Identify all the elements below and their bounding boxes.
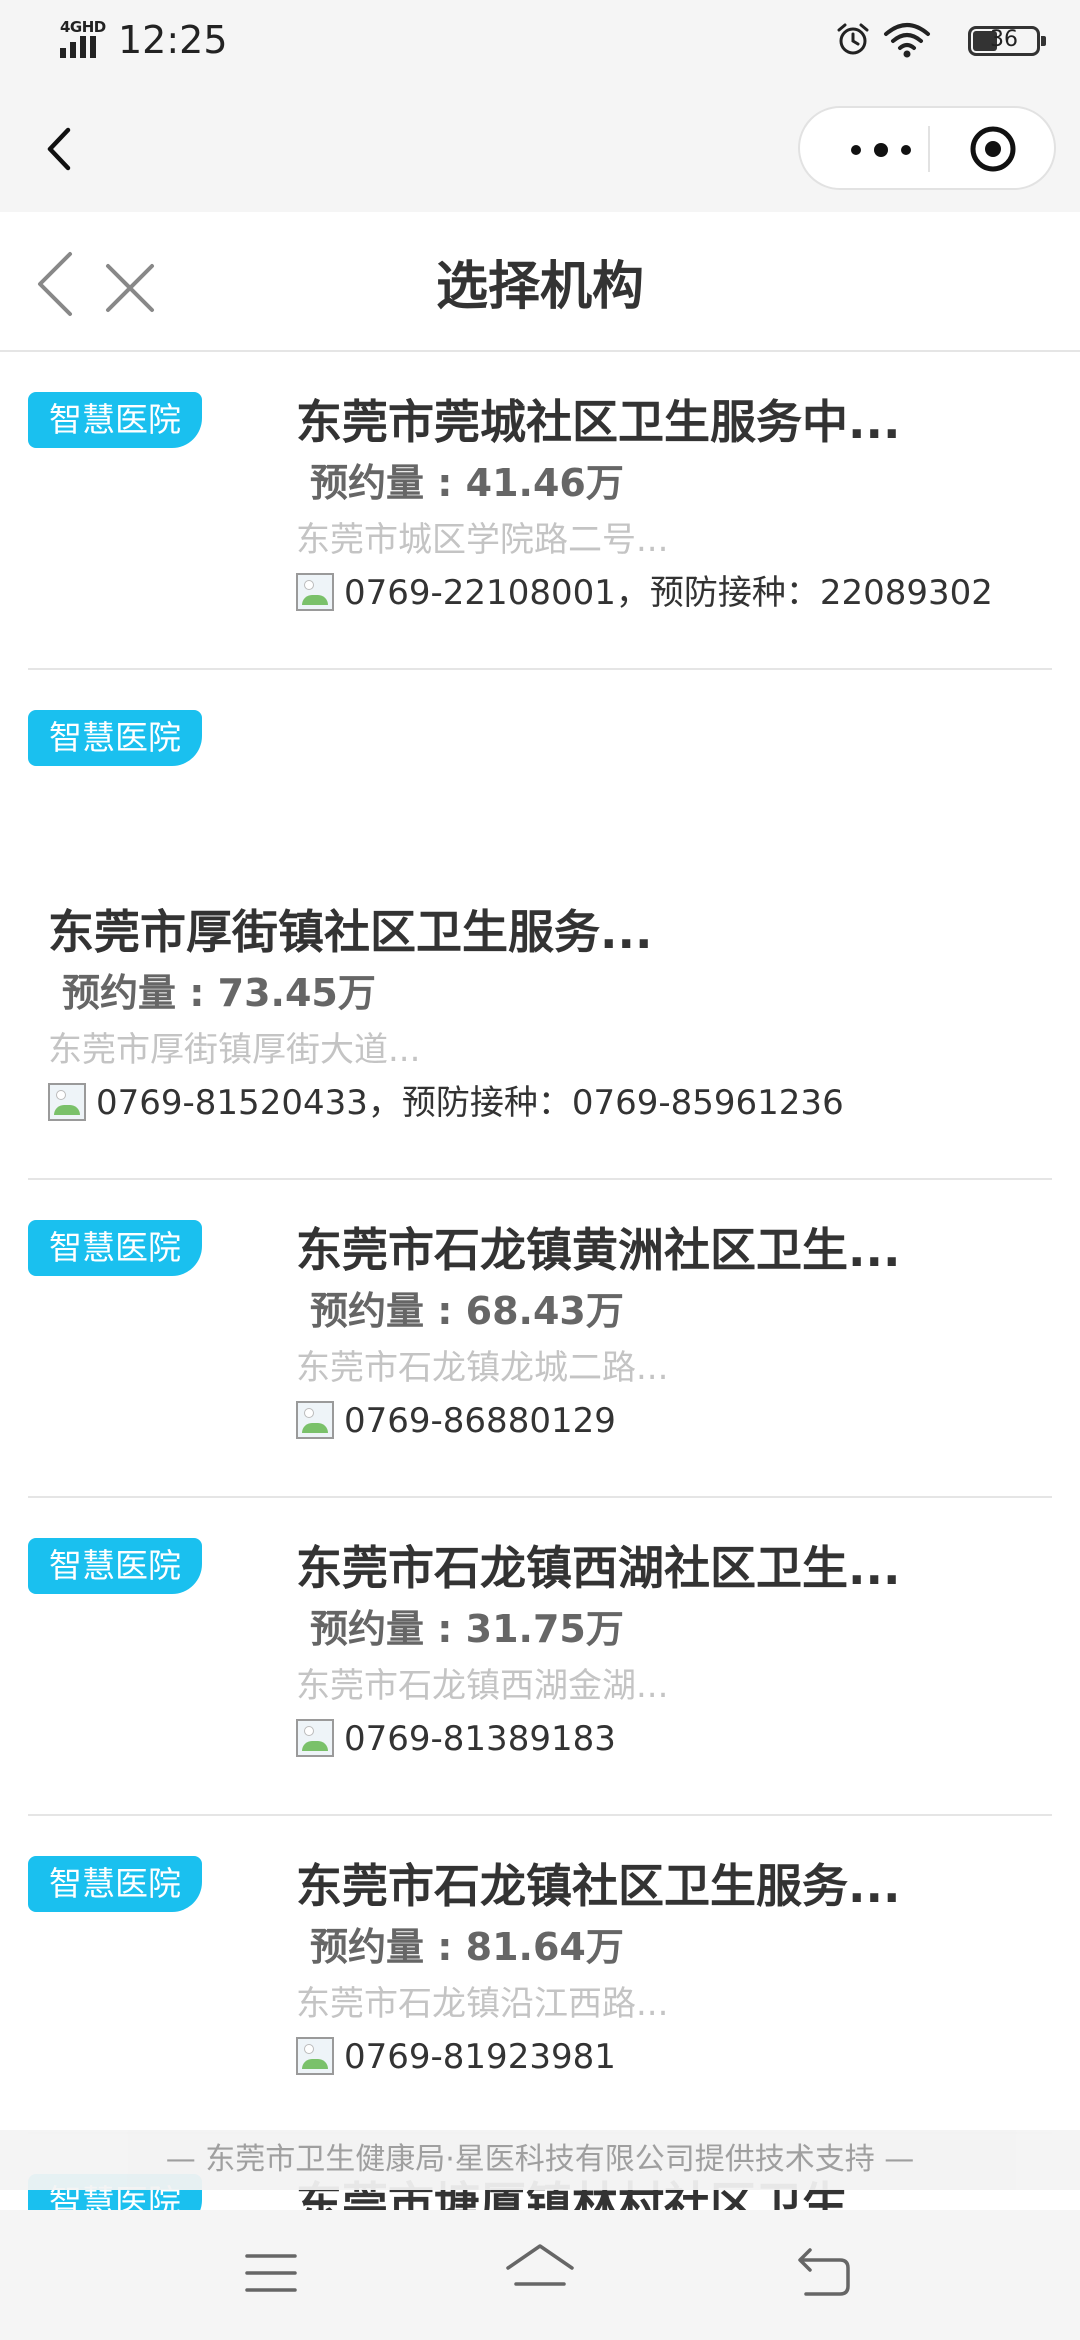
smart-hospital-badge: 智慧医院 xyxy=(28,710,202,766)
institution-item[interactable]: 智慧医院 东莞市莞城社区卫生服务中... 预约量 : 41.46万 东莞市城区学… xyxy=(28,352,1052,670)
phone-image-icon xyxy=(296,1401,334,1439)
system-nav-bar xyxy=(0,2210,1080,2340)
page-title: 选择机构 xyxy=(435,257,644,317)
institution-item[interactable]: 智慧医院 东莞市石龙镇西湖社区卫生... 预约量 : 31.75万 东莞市石龙镇… xyxy=(28,1498,1052,1816)
alarm-icon xyxy=(837,23,869,55)
cellular-signal-icon: 4GHD xyxy=(60,18,108,58)
menu-icon[interactable] xyxy=(244,2250,298,2296)
wifi-icon xyxy=(884,23,930,58)
institution-phone: 0769-81389183 xyxy=(344,1719,616,1759)
institution-phone: 0769-81520433，预防接种：0769-85961236 xyxy=(96,1083,844,1123)
phone-image-icon xyxy=(296,2037,334,2075)
smart-hospital-badge: 智慧医院 xyxy=(28,1538,202,1594)
network-type: 4GHD xyxy=(60,18,106,36)
phone-image-icon xyxy=(296,1719,334,1757)
count-value: 31.75万 xyxy=(465,1607,624,1651)
count-label: 预约量 xyxy=(310,1289,425,1333)
institution-phone: 0769-86880129 xyxy=(344,1401,616,1441)
institution-address: 东莞市石龙镇龙城二路... xyxy=(296,1348,669,1388)
chevron-left-icon[interactable] xyxy=(40,124,80,174)
institution-address: 东莞市厚街镇厚街大道... xyxy=(48,1030,421,1070)
smart-hospital-badge: 智慧医院 xyxy=(28,392,202,448)
institution-address: 东莞市石龙镇沿江西路... xyxy=(296,1984,669,2024)
institution-list: 智慧医院 东莞市莞城社区卫生服务中... 预约量 : 41.46万 东莞市城区学… xyxy=(0,352,1080,2334)
status-bar: 4GHD 12:25 36 xyxy=(0,0,1080,88)
institution-phone: 0769-22108001，预防接种：22089302 xyxy=(344,573,993,613)
battery-level: 36 xyxy=(990,27,1018,52)
count-value: 81.64万 xyxy=(465,1925,624,1969)
mini-program-nav-bar xyxy=(0,88,1080,212)
return-icon[interactable] xyxy=(796,2246,852,2300)
count-label: 预约量 xyxy=(310,1607,425,1651)
page-header: 选择机构 xyxy=(0,212,1080,352)
institution-name: 东莞市石龙镇西湖社区卫生... xyxy=(296,1541,901,1595)
institution-name: 东莞市石龙镇黄洲社区卫生... xyxy=(296,1223,901,1277)
institution-item[interactable]: 智慧医院 东莞市厚街镇社区卫生服务... 预约量 : 73.45万 东莞市厚街镇… xyxy=(28,670,1052,1180)
count-value: 73.45万 xyxy=(217,971,376,1015)
institution-phone: 0769-81923981 xyxy=(344,2037,616,2077)
battery-icon: 36 xyxy=(968,26,1046,56)
institution-address: 东莞市石龙镇西湖金湖... xyxy=(296,1666,669,1706)
status-time: 12:25 xyxy=(118,18,228,62)
count-label: 预约量 xyxy=(310,1925,425,1969)
support-footer: — 东莞市卫生健康局·星医科技有限公司提供技术支持 — xyxy=(0,2130,1080,2190)
count-value: 68.43万 xyxy=(465,1289,624,1333)
home-icon[interactable] xyxy=(504,2240,576,2300)
institution-name: 东莞市莞城社区卫生服务中... xyxy=(296,395,901,449)
institution-item[interactable]: 智慧医院 东莞市石龙镇社区卫生服务... 预约量 : 81.64万 东莞市石龙镇… xyxy=(28,1816,1052,2134)
phone-image-icon xyxy=(48,1083,86,1121)
institution-name: 东莞市厚街镇社区卫生服务... xyxy=(48,905,653,959)
target-icon[interactable] xyxy=(968,124,1018,174)
phone-image-icon xyxy=(296,573,334,611)
count-label: 预约量 xyxy=(62,971,177,1015)
mini-program-capsule xyxy=(798,106,1056,190)
institution-item[interactable]: 智慧医院 东莞市石龙镇黄洲社区卫生... 预约量 : 68.43万 东莞市石龙镇… xyxy=(28,1180,1052,1498)
count-label: 预约量 xyxy=(310,461,425,505)
app-page: 4GHD 12:25 36 选择机构 智慧医院 东莞市莞城社区卫生服务中... … xyxy=(0,0,1080,2340)
smart-hospital-badge: 智慧医院 xyxy=(28,1220,202,1276)
institution-address: 东莞市城区学院路二号... xyxy=(296,520,669,560)
institution-name: 东莞市石龙镇社区卫生服务... xyxy=(296,1859,901,1913)
smart-hospital-badge: 智慧医院 xyxy=(28,1856,202,1912)
more-dots-icon[interactable] xyxy=(836,132,926,168)
count-value: 41.46万 xyxy=(465,461,624,505)
